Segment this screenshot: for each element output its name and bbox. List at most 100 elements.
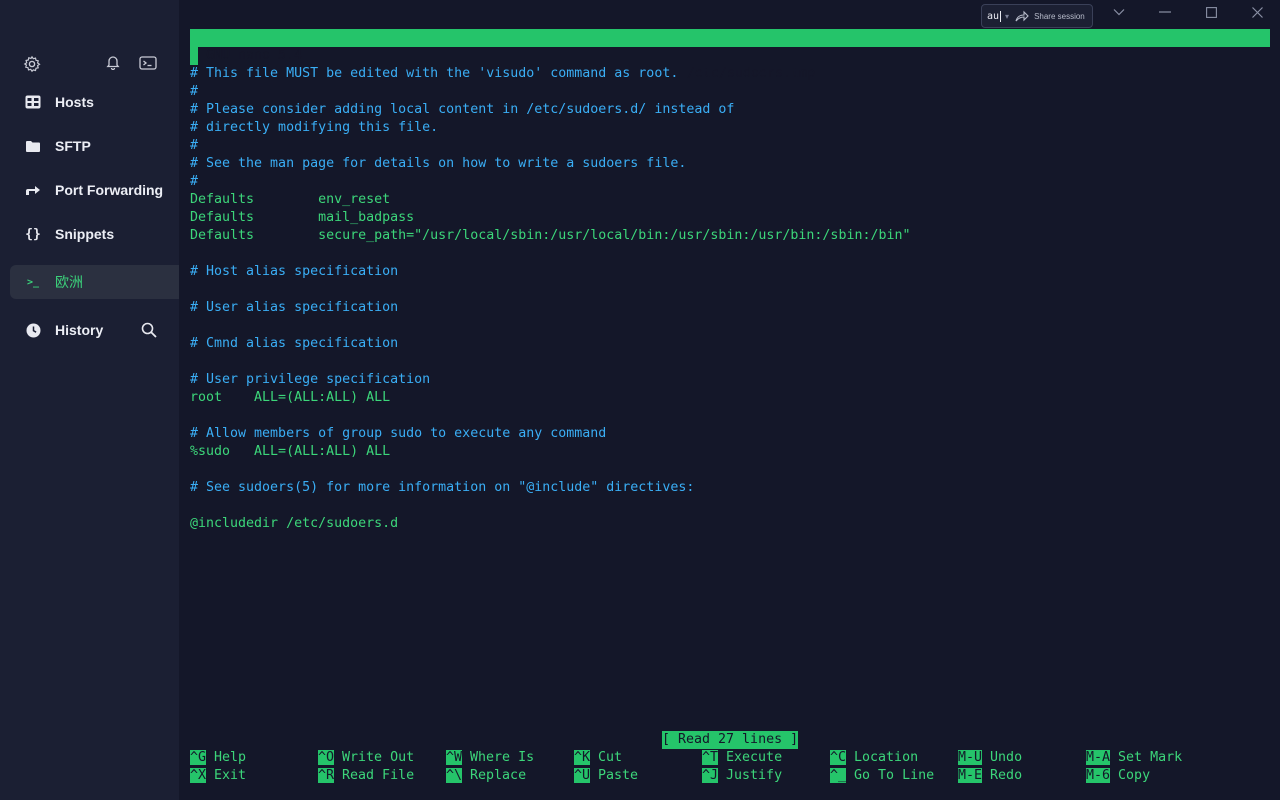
shortcut-item: ^O Write Out (318, 749, 414, 767)
shortcut-item: ^J Justify (702, 767, 782, 785)
shortcut-key: ^K (574, 750, 591, 765)
editor-line: # (190, 174, 199, 189)
sidebar-item-port-forwarding[interactable]: Port Forwarding (10, 173, 179, 207)
shortcut-item: ^X Exit (190, 767, 246, 785)
chevron-down-icon[interactable]: ▾ (1005, 12, 1009, 21)
sidebar-item-label: Hosts (55, 94, 94, 110)
sidebar-item-label: 欧洲 (55, 274, 83, 290)
editor-line: # Please consider adding local content i… (190, 102, 735, 117)
share-session-label: Share session (1034, 11, 1085, 21)
shortcut-label: Where Is (470, 750, 535, 765)
shortcut-item: M-6 Copy (1086, 767, 1150, 785)
editor-line: # See the man page for details on how to… (190, 156, 687, 171)
shortcut-label: Location (854, 750, 919, 765)
shortcut-key: M-A (1086, 750, 1111, 765)
shortcut-key: ^X (190, 768, 207, 783)
sidebar-item-label: Port Forwarding (55, 182, 164, 198)
shortcut-item: ^C Location (830, 749, 918, 767)
shortcut-item: M-A Set Mark (1086, 749, 1182, 767)
shortcut-key: M-E (958, 768, 983, 783)
shortcut-label: Copy (1118, 768, 1151, 783)
shortcut-item: M-U Undo (958, 749, 1022, 767)
folder-icon (25, 138, 41, 154)
shortcut-key: ^O (318, 750, 335, 765)
sidebar-item-label: Snippets (55, 226, 115, 242)
shortcut-item: M-E Redo (958, 767, 1022, 785)
editor-line: # User privilege specification (190, 372, 431, 387)
sidebar-item-snippets[interactable]: {} Snippets (10, 217, 179, 251)
sidebar-item-history[interactable]: History (10, 313, 179, 347)
minimize-icon[interactable] (1155, 4, 1175, 20)
sidebar-item-sftp[interactable]: SFTP (10, 129, 179, 163)
shortcut-label: Go To Line (854, 768, 935, 783)
sidebar-item-label: SFTP (55, 138, 91, 154)
editor-line: Defaults mail_badpass (190, 210, 415, 225)
chevron-down-icon[interactable] (1109, 4, 1129, 20)
shortcut-key: ^W (446, 750, 463, 765)
shortcut-item: ^R Read File (318, 767, 414, 785)
shortcut-label: Replace (470, 768, 527, 783)
shortcut-item: ^W Where Is (446, 749, 534, 767)
editor-line: # See sudoers(5) for more information on… (190, 480, 695, 495)
shortcut-label: Cut (598, 750, 623, 765)
editor-line: # Cmnd alias specification (190, 336, 399, 351)
editor-line: @includedir /etc/sudoers.d (190, 516, 399, 531)
editor-line: Defaults env_reset (190, 192, 391, 207)
prompt-icon: >_ (26, 276, 40, 288)
session-input[interactable]: au (987, 11, 999, 22)
hosts-grid-icon (25, 94, 41, 110)
sidebar-item-hosts[interactable]: Hosts (10, 85, 179, 119)
shortcut-key: M-6 (1086, 768, 1111, 783)
shortcut-key: ^R (318, 768, 335, 783)
search-icon[interactable] (141, 322, 157, 338)
close-icon[interactable] (1247, 4, 1267, 20)
clock-icon (25, 322, 41, 338)
share-session-control[interactable]: au ▾ Share session (981, 4, 1093, 28)
editor-line: # (190, 47, 911, 65)
terminal[interactable]: GNU nano 5.4 /etc/sudoers.tmp ## This fi… (190, 29, 1270, 799)
editor-line: %sudo ALL=(ALL:ALL) ALL (190, 444, 391, 459)
shortcut-item: ^_ Go To Line (830, 767, 934, 785)
text-cursor (190, 47, 198, 65)
editor-line: Defaults secure_path="/usr/local/sbin:/u… (190, 228, 911, 243)
shortcut-key: M-U (958, 750, 983, 765)
sidebar-item-label: History (55, 322, 104, 338)
share-arrow-icon (1015, 10, 1029, 22)
editor-line: # Allow members of group sudo to execute… (190, 426, 607, 441)
shortcut-label: Set Mark (1118, 750, 1183, 765)
shortcut-label: Justify (726, 768, 783, 783)
bell-icon[interactable] (105, 54, 123, 72)
sidebar-item-session-europe[interactable]: >_ 欧洲 (10, 265, 179, 299)
status-message: [ Read 27 lines ] (662, 731, 799, 749)
shortcut-label: Execute (726, 750, 783, 765)
shortcut-label: Read File (342, 768, 415, 783)
editor-line: # (190, 138, 199, 153)
shortcut-label: Undo (990, 750, 1023, 765)
shortcut-label: Redo (990, 768, 1023, 783)
text-caret (1000, 10, 1002, 22)
editor-line: root ALL=(ALL:ALL) ALL (190, 390, 391, 405)
editor-line: # User alias specification (190, 300, 399, 315)
maximize-icon[interactable] (1201, 4, 1221, 20)
gear-icon[interactable] (23, 55, 41, 73)
shortcut-key: ^G (190, 750, 207, 765)
sidebar: Hosts SFTP Port Forwarding {} Snippets >… (0, 0, 179, 800)
shortcut-key: ^C (830, 750, 847, 765)
shortcut-item: ^\ Replace (446, 767, 526, 785)
port-forward-arrow-icon (25, 182, 41, 198)
nano-title-bar: GNU nano 5.4 /etc/sudoers.tmp (190, 29, 1270, 81)
terminal-icon[interactable] (139, 55, 157, 73)
braces-icon: {} (25, 226, 41, 242)
editor-text-area[interactable]: ## This file MUST be edited with the 'vi… (190, 47, 911, 533)
editor-line: # Host alias specification (190, 264, 399, 279)
shortcut-item: ^T Execute (702, 749, 782, 767)
shortcut-key: ^U (574, 768, 591, 783)
shortcut-key: ^J (702, 768, 719, 783)
shortcut-item: ^G Help (190, 749, 246, 767)
